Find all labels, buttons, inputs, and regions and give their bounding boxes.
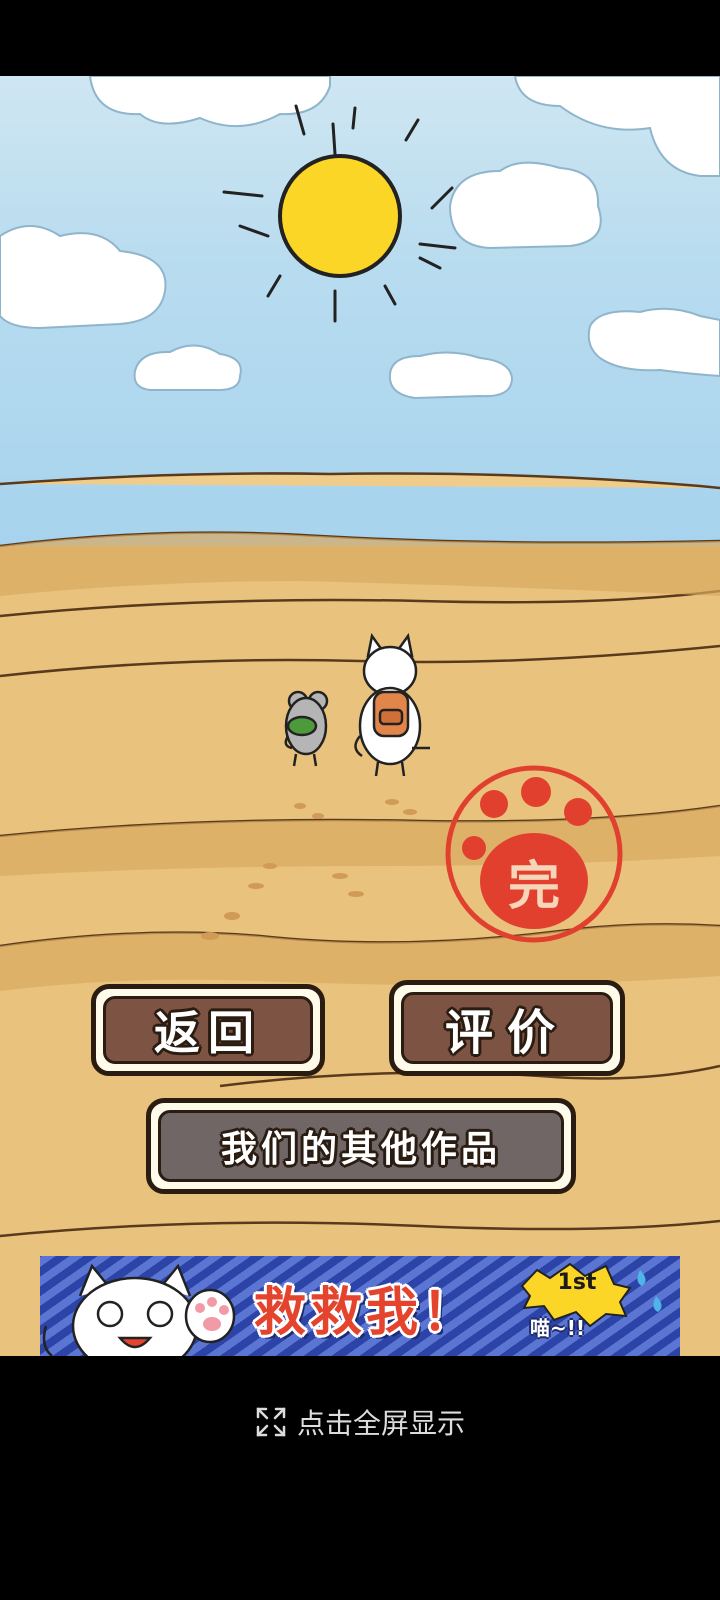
rate-button[interactable]: 评价 xyxy=(389,980,625,1076)
ad-badge: 1st xyxy=(557,1270,597,1295)
ad-banner[interactable]: 救救我！ 1st 喵~!! xyxy=(40,1256,680,1356)
back-button-label: 返回 xyxy=(154,1006,262,1060)
game-scene: 完 返回 评价 我们的其他作品 救救我！ 1st 喵~!! xyxy=(0,76,720,1356)
cat-character xyxy=(354,632,430,777)
ad-title: 救救我！ xyxy=(254,1283,479,1343)
fullscreen-icon xyxy=(256,1407,286,1437)
sweat-drops xyxy=(637,1270,662,1312)
back-button[interactable]: 返回 xyxy=(91,984,325,1076)
stamp-label: 完 xyxy=(508,857,560,917)
sand-shading xyxy=(0,532,720,991)
other-works-button[interactable]: 我们的其他作品 xyxy=(146,1098,576,1194)
sun xyxy=(222,104,457,323)
rate-button-label: 评价 xyxy=(444,1005,569,1061)
paw-icon xyxy=(184,1288,236,1344)
other-works-button-label: 我们的其他作品 xyxy=(220,1129,501,1170)
fullscreen-hint[interactable]: 点击全屏显示 xyxy=(0,1402,720,1442)
ad-subtitle: 喵~!! xyxy=(530,1316,585,1340)
crying-cat-icon xyxy=(42,1263,199,1356)
mouse-character xyxy=(284,690,329,767)
fullscreen-hint-text: 点击全屏显示 xyxy=(296,1407,465,1440)
